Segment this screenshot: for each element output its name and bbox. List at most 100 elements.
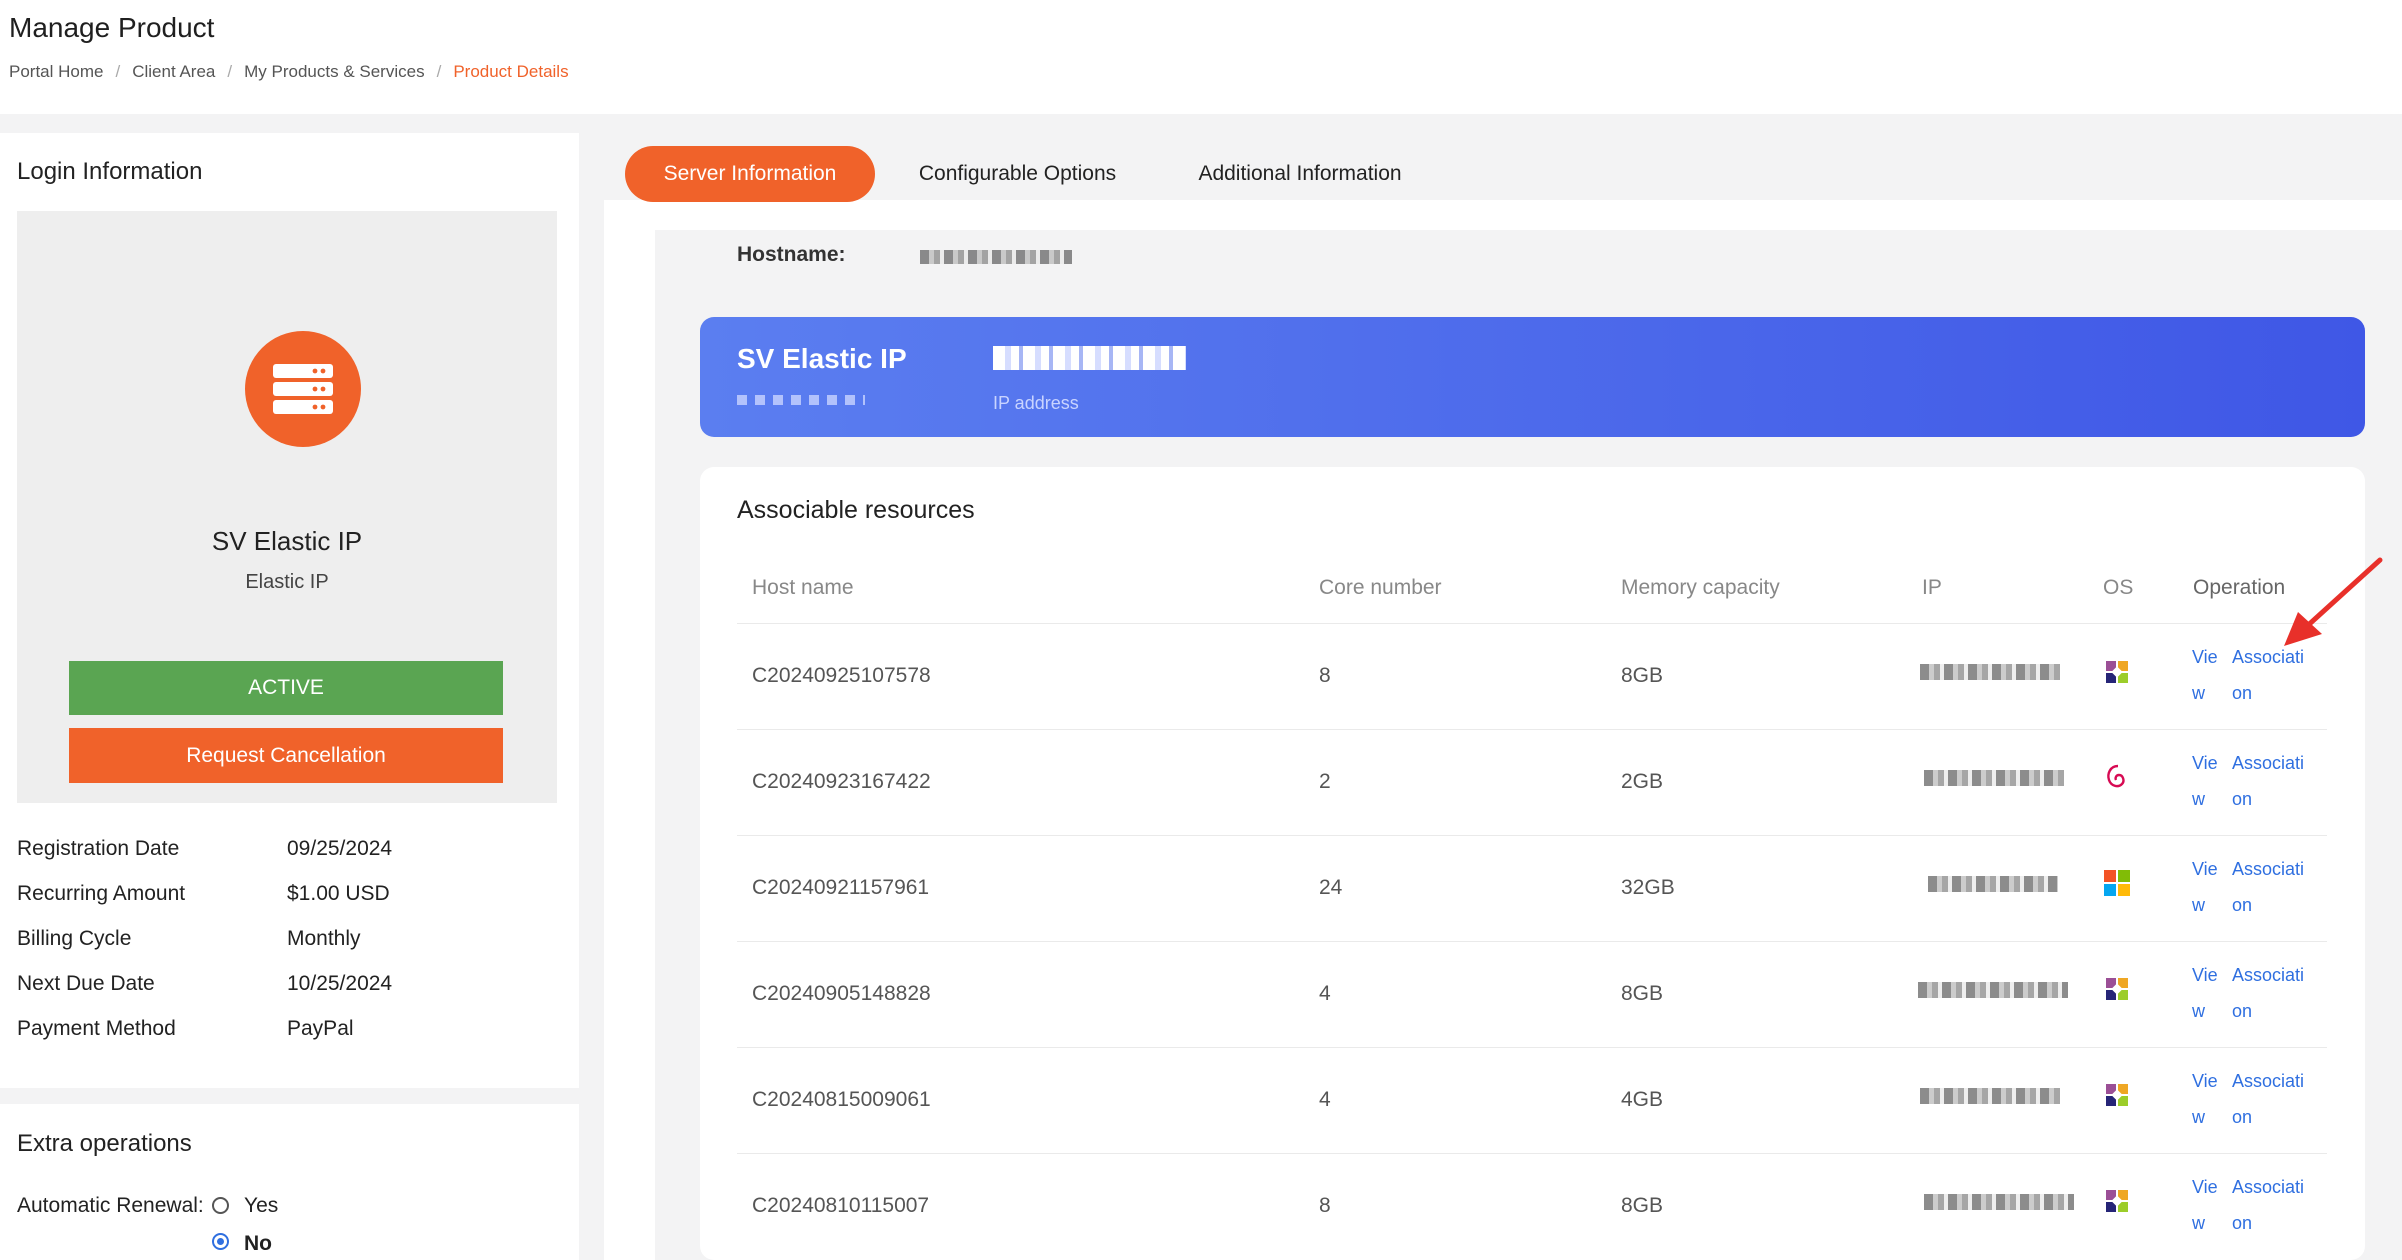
row-host-name: C20240923167422 [752,770,931,793]
table-divider [737,1153,2327,1154]
breadcrumb-separator: / [115,62,121,81]
association-link[interactable]: Associati [2232,647,2304,668]
column-header-memory-capacity: Memory capacity [1621,576,1780,599]
row-ip-redacted [1924,770,2064,786]
row-ip-redacted [1920,1088,2060,1104]
detail-value: PayPal [287,1017,354,1040]
column-header-core-number: Core number [1319,576,1442,599]
row-memory: 32GB [1621,876,1675,899]
debian-icon [2107,764,2125,788]
ip-address-redacted [993,346,1186,370]
page-title: Manage Product [9,12,215,43]
association-link-wrap[interactable]: on [2232,1107,2252,1128]
row-memory: 4GB [1621,1088,1664,1111]
association-link[interactable]: Associati [2232,753,2304,774]
row-core-number: 4 [1319,1088,1331,1111]
elastic-ip-banner: SV Elastic IP IP address [700,317,2365,437]
table-divider [737,941,2327,942]
ip-address-caption: IP address [993,393,1079,413]
association-link[interactable]: Associati [2232,1177,2304,1198]
view-link[interactable]: Vie [2192,859,2218,880]
association-link[interactable]: Associati [2232,859,2304,880]
tab-configurable-options[interactable]: Configurable Options [895,146,1140,202]
column-header-host-name: Host name [752,576,854,599]
status-badge: ACTIVE [69,661,503,715]
banner-subtext-redacted [737,395,865,405]
auto-renew-yes-radio[interactable] [212,1197,229,1214]
view-link[interactable]: Vie [2192,753,2218,774]
page-header: Manage Product Portal Home / Client Area… [0,0,2402,114]
detail-label: Next Due Date [17,972,155,995]
row-ip-redacted [1918,982,2068,998]
row-host-name: C20240925107578 [752,664,931,687]
association-link-wrap[interactable]: on [2232,789,2252,810]
table-divider [737,623,2327,624]
column-header-os: OS [2103,576,2134,599]
breadcrumb-separator: / [436,62,442,81]
centos-icon [2106,661,2128,683]
row-host-name: C20240905148828 [752,982,931,1005]
breadcrumb-my-products[interactable]: My Products & Services [244,62,424,82]
row-ip-redacted [1920,664,2060,680]
detail-label: Recurring Amount [17,882,186,905]
auto-renew-no-radio[interactable] [212,1233,229,1250]
request-cancellation-button[interactable]: Request Cancellation [69,728,503,783]
row-memory: 8GB [1621,664,1664,687]
row-core-number: 2 [1319,770,1331,793]
view-link-wrap[interactable]: w [2192,1213,2205,1234]
view-link-wrap[interactable]: w [2192,1001,2205,1022]
view-link-wrap[interactable]: w [2192,895,2205,916]
view-link-wrap[interactable]: w [2192,789,2205,810]
extra-operations-title: Extra operations [17,1130,192,1157]
login-info-title: Login Information [17,158,203,185]
row-ip-redacted [1928,876,2058,892]
row-memory: 8GB [1621,1194,1664,1217]
row-memory: 8GB [1621,982,1664,1005]
detail-value: 10/25/2024 [287,972,393,995]
annotation-arrow-icon [2284,557,2383,646]
breadcrumb-portal-home[interactable]: Portal Home [9,62,103,82]
table-divider [737,729,2327,730]
association-link-wrap[interactable]: on [2232,895,2252,916]
banner-title: SV Elastic IP [737,343,907,374]
automatic-renewal-label: Automatic Renewal: [17,1194,204,1217]
table-divider [737,835,2327,836]
association-link[interactable]: Associati [2232,965,2304,986]
association-link-wrap[interactable]: on [2232,1213,2252,1234]
association-link-wrap[interactable]: on [2232,1001,2252,1022]
view-link-wrap[interactable]: w [2192,1107,2205,1128]
detail-value: 09/25/2024 [287,837,393,860]
breadcrumb: Portal Home / Client Area / My Products … [9,62,569,82]
breadcrumb-product-details: Product Details [453,62,569,81]
row-core-number: 8 [1319,1194,1331,1217]
detail-label: Registration Date [17,837,180,860]
auto-renew-yes-label: Yes [244,1194,279,1217]
table-divider [737,1047,2327,1048]
association-link[interactable]: Associati [2232,1071,2304,1092]
centos-icon [2106,978,2128,1000]
product-summary-box: SV Elastic IP Elastic IP ACTIVE Request … [17,211,557,803]
tab-server-information[interactable]: Server Information [625,146,875,202]
server-icon [245,331,361,447]
hostname-value-redacted [920,250,1072,264]
associable-resources-title: Associable resources [737,496,975,524]
view-link[interactable]: Vie [2192,965,2218,986]
centos-icon [2106,1190,2128,1212]
view-link[interactable]: Vie [2192,1071,2218,1092]
view-link[interactable]: Vie [2192,1177,2218,1198]
view-link[interactable]: Vie [2192,647,2218,668]
row-core-number: 24 [1319,876,1343,899]
extra-operations-card [0,1104,579,1260]
view-link-wrap[interactable]: w [2192,683,2205,704]
association-link-wrap[interactable]: on [2232,683,2252,704]
windows-icon [2104,870,2130,896]
breadcrumb-separator: / [227,62,233,81]
breadcrumb-client-area[interactable]: Client Area [132,62,215,82]
row-core-number: 4 [1319,982,1331,1005]
tab-additional-information[interactable]: Additional Information [1165,146,1435,202]
row-host-name: C20240815009061 [752,1088,931,1111]
row-host-name: C20240810115007 [752,1194,930,1217]
auto-renew-no-label: No [244,1232,272,1255]
detail-label: Payment Method [17,1017,176,1040]
row-memory: 2GB [1621,770,1664,793]
